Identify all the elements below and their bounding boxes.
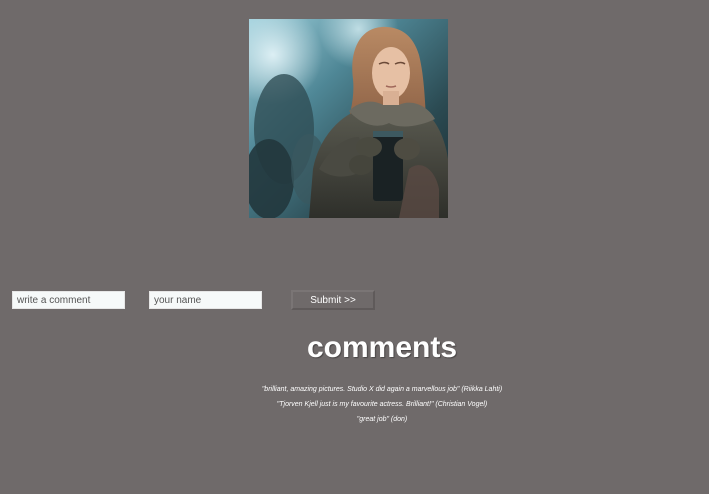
comment-item: "brilliant, amazing pictures. Studio X d… (261, 386, 503, 393)
comment-item: "great job" (don) (356, 416, 408, 423)
comments-heading: comments (306, 331, 458, 364)
comment-item: "Tjorven Kjell just is my favourite actr… (276, 401, 488, 408)
submit-button[interactable]: Submit >> (291, 290, 375, 310)
name-input[interactable] (149, 291, 262, 309)
comments-list: "brilliant, amazing pictures. Studio X d… (0, 382, 709, 427)
comment-input[interactable] (12, 291, 125, 309)
movie-still-image (249, 19, 448, 218)
comment-form: Submit >> (0, 290, 709, 310)
